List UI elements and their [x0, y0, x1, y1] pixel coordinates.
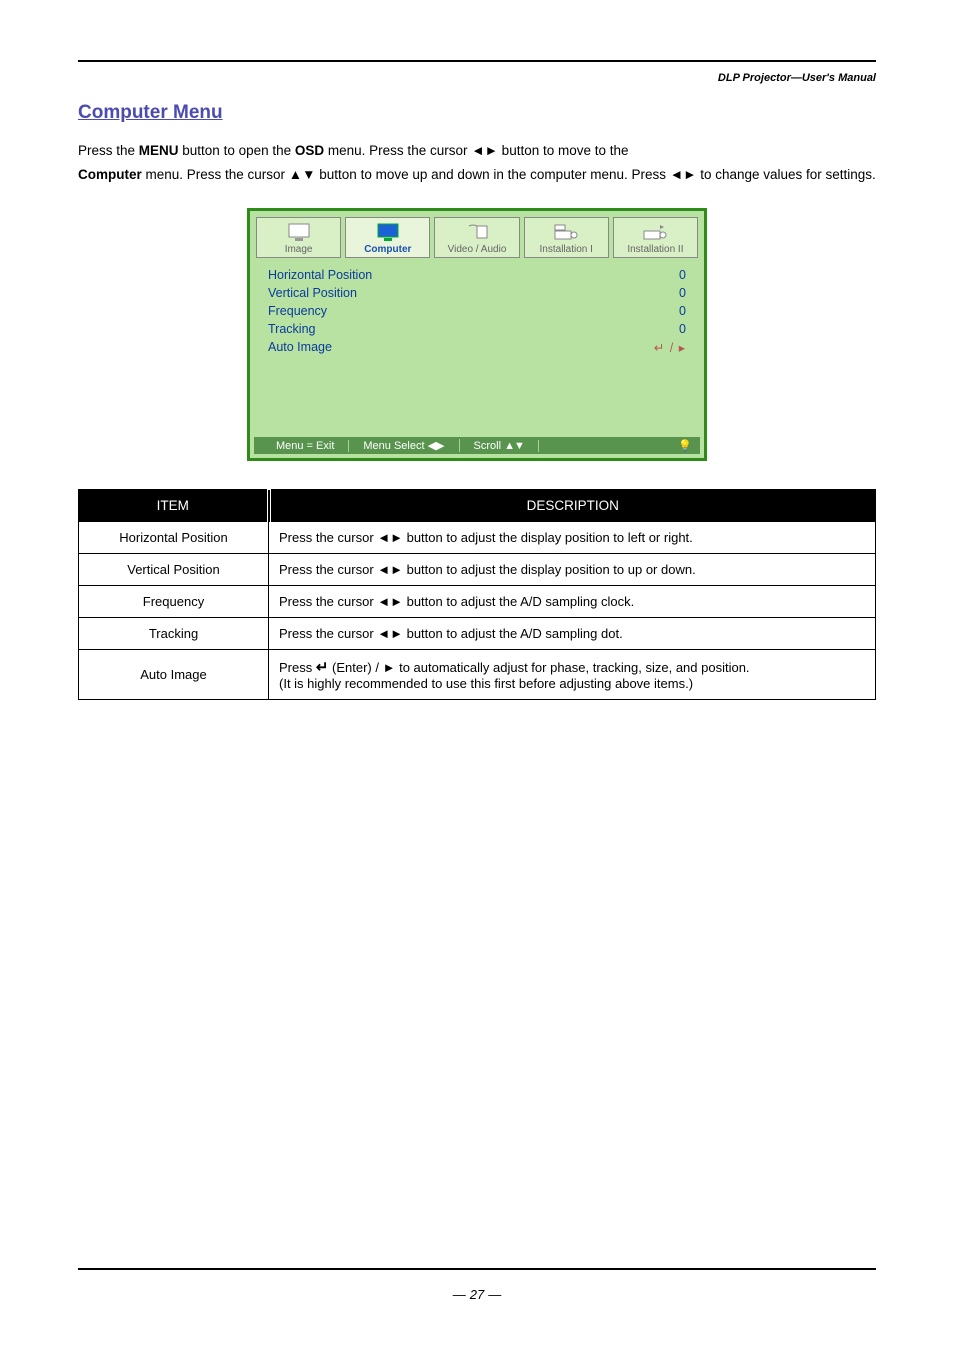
item-label: Tracking	[79, 618, 269, 650]
video-audio-icon	[463, 222, 491, 242]
osd-row-vpos[interactable]: Vertical Position 0	[268, 284, 686, 302]
table-row: Auto Image Press ↵ (Enter) / ► to automa…	[79, 650, 876, 700]
item-label: Frequency	[79, 586, 269, 618]
osd-tab-label: Video / Audio	[435, 244, 518, 255]
osd-row-value: 0	[679, 268, 686, 282]
instruction-line-2: Computer menu. Press the cursor ▲▼ butto…	[78, 166, 876, 184]
instruction-line-1: Press the MENU button to open the OSD me…	[78, 142, 876, 160]
menu-keyword: MENU	[139, 143, 179, 158]
item-desc: Press the cursor ◄► button to adjust the…	[269, 522, 876, 554]
osd-row-value: 0	[679, 322, 686, 336]
bulb-icon: 💡	[678, 440, 692, 452]
text: menu. Press the cursor ◄► button to move…	[324, 143, 628, 158]
col-header-item: ITEM	[79, 490, 269, 522]
doc-title-right: DLP Projector—User's Manual	[78, 72, 876, 84]
up-down-triangle-icon: ▲▼	[504, 440, 524, 452]
table-row: Tracking Press the cursor ◄► button to a…	[79, 618, 876, 650]
text: Press the	[78, 143, 139, 158]
osd-tab-label: Installation I	[525, 244, 608, 255]
auto-image-note: (It is highly recommended to use this fi…	[279, 676, 693, 691]
monitor-icon	[285, 222, 313, 242]
osd-row-tracking[interactable]: Tracking 0	[268, 320, 686, 338]
osd-body: Horizontal Position 0 Vertical Position …	[250, 258, 704, 437]
projector-icon	[552, 222, 580, 242]
osd-row-label: Vertical Position	[268, 286, 357, 300]
text: (Enter) / ► to automatically adjust for …	[328, 660, 749, 675]
osd-footer-select: Menu Select ◀▶	[349, 439, 459, 452]
osd-tab-label: Installation II	[614, 244, 697, 255]
enter-arrow-icon: ↵ / ▸	[654, 340, 686, 355]
osd-footer: Menu = Exit Menu Select ◀▶ Scroll ▲▼ 💡	[254, 437, 700, 454]
osd-row-label: Auto Image	[268, 340, 332, 355]
osd-tab-video-audio[interactable]: Video / Audio	[434, 217, 519, 258]
osd-tab-installation-1[interactable]: Installation I	[524, 217, 609, 258]
computer-icon	[374, 222, 402, 242]
osd-tab-bar: Image Computer Video / Audio Installatio…	[250, 211, 704, 258]
text: button to open the	[179, 143, 295, 158]
table-row: Frequency Press the cursor ◄► button to …	[79, 586, 876, 618]
item-label: Auto Image	[79, 650, 269, 700]
osd-row-label: Frequency	[268, 304, 327, 318]
osd-footer-bulb: 💡	[664, 439, 692, 452]
osd-row-label: Horizontal Position	[268, 268, 372, 282]
item-desc: Press the cursor ◄► button to adjust the…	[269, 586, 876, 618]
osd-tab-image[interactable]: Image	[256, 217, 341, 258]
osd-row-value: 0	[679, 304, 686, 318]
osd-row-auto-image[interactable]: Auto Image ↵ / ▸	[268, 338, 686, 357]
text: menu. Press the cursor ▲▼ button to move…	[142, 167, 876, 182]
item-desc: Press ↵ (Enter) / ► to automatically adj…	[269, 650, 876, 700]
table-row: Horizontal Position Press the cursor ◄► …	[79, 522, 876, 554]
osd-row-label: Tracking	[268, 322, 315, 336]
osd-footer-exit: Menu = Exit	[262, 440, 349, 452]
osd-tab-label: Image	[257, 244, 340, 255]
text: Press	[279, 660, 316, 675]
page-number: 27	[0, 1287, 954, 1302]
section-heading: Computer Menu	[78, 102, 876, 124]
item-label: Horizontal Position	[79, 522, 269, 554]
col-header-desc: DESCRIPTION	[269, 490, 876, 522]
osd-screenshot: Image Computer Video / Audio Installatio…	[247, 208, 707, 461]
item-label: Vertical Position	[79, 554, 269, 586]
osd-tab-installation-2[interactable]: Installation II	[613, 217, 698, 258]
items-table: ITEM DESCRIPTION Horizontal Position Pre…	[78, 489, 876, 700]
projector-icon	[641, 222, 669, 242]
osd-row-frequency[interactable]: Frequency 0	[268, 302, 686, 320]
osd-keyword: OSD	[295, 143, 324, 158]
osd-row-hpos[interactable]: Horizontal Position 0	[268, 266, 686, 284]
enter-icon: ↵	[316, 659, 329, 676]
osd-row-value: 0	[679, 286, 686, 300]
osd-footer-scroll: Scroll ▲▼	[460, 440, 539, 452]
item-desc: Press the cursor ◄► button to adjust the…	[269, 618, 876, 650]
computer-keyword: Computer	[78, 167, 142, 182]
osd-tab-label: Computer	[346, 244, 429, 255]
osd-tab-computer[interactable]: Computer	[345, 217, 430, 258]
table-row: Vertical Position Press the cursor ◄► bu…	[79, 554, 876, 586]
table-header-row: ITEM DESCRIPTION	[79, 490, 876, 522]
item-desc: Press the cursor ◄► button to adjust the…	[269, 554, 876, 586]
